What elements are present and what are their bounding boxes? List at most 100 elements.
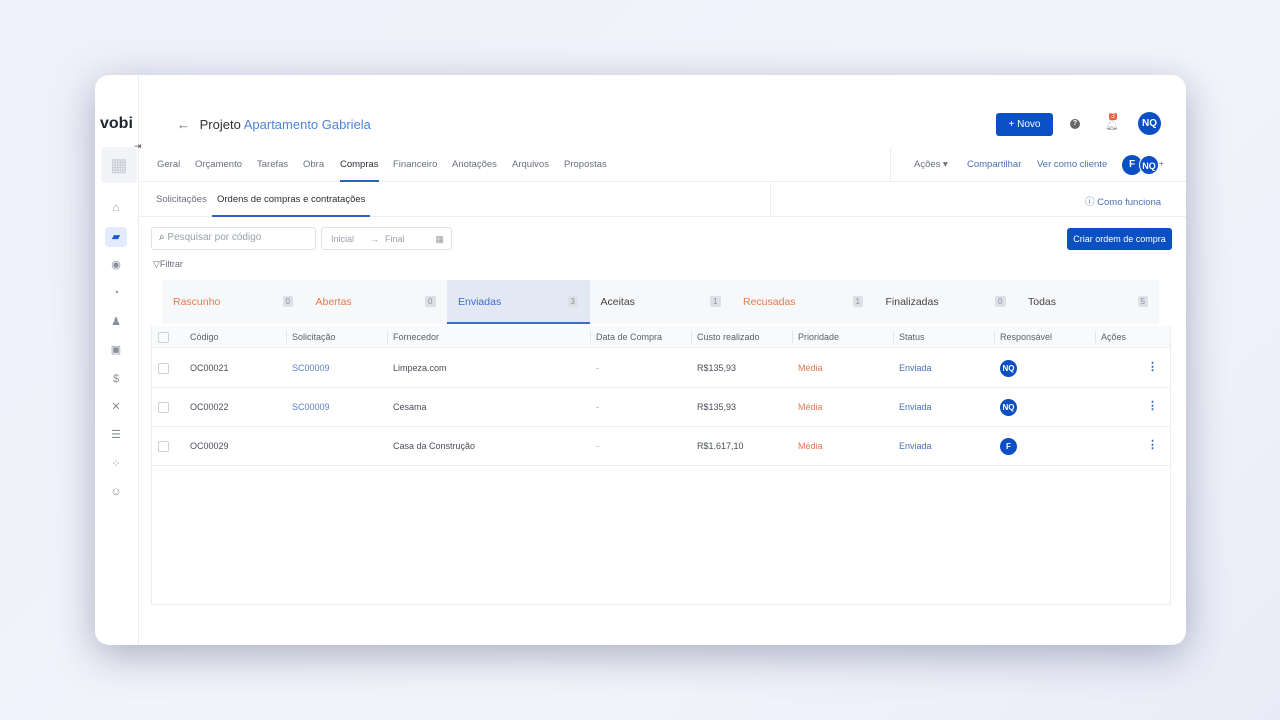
more-actions-icon[interactable]: ⋮ [1147, 360, 1158, 373]
order-code: OC00022 [190, 402, 229, 412]
box-icon[interactable]: ▣ [105, 340, 127, 360]
status-tab-count: 0 [995, 296, 1006, 307]
status-tab-count: 1 [710, 296, 721, 307]
tab-financeiro[interactable]: Financeiro [393, 159, 437, 170]
status-tab-aceitas[interactable]: Aceitas 1 [590, 280, 733, 324]
app-window: vobi ⇥ ▦ ⌂ ▰ ◉ ◔ ♟ ▣ $ ✕ ☰ ⁘ ☺ ← Projeto… [95, 75, 1186, 645]
status-tab-label: Abertas [315, 296, 352, 308]
tab-tarefas[interactable]: Tarefas [257, 159, 288, 170]
status-tab-recusadas[interactable]: Recusadas 1 [732, 280, 875, 324]
column-header: Ações [1101, 332, 1127, 342]
back-icon[interactable]: ← [177, 117, 190, 132]
row-checkbox[interactable] [158, 363, 169, 374]
calendar-icon: ▦ [435, 234, 444, 244]
purchase-date: - [596, 441, 599, 451]
list-icon[interactable]: ☰ [105, 425, 127, 445]
home-icon[interactable]: ⌂ [105, 198, 127, 218]
project-tabs: Geral Orçamento Tarefas Obra Compras Fin… [139, 148, 1186, 182]
share-link[interactable]: Compartilhar [967, 159, 1021, 170]
member-avatar[interactable]: NQ [1139, 155, 1159, 175]
status-tab-label: Recusadas [743, 296, 796, 308]
date-range-input[interactable]: Inicial → Final ▦ [321, 227, 452, 250]
search-input[interactable]: ⌕ Pesquisar por código [151, 227, 316, 250]
filter-button[interactable]: ▽Filtrar [153, 259, 183, 270]
status-tab-abertas[interactable]: Abertas 0 [305, 280, 448, 324]
status-tab-count: 3 [567, 296, 578, 307]
select-all-checkbox[interactable] [158, 332, 169, 343]
user-avatar[interactable]: NQ [1138, 112, 1161, 135]
tab-arquivos[interactable]: Arquivos [512, 159, 549, 170]
table-row[interactable]: OC00029 Casa da Construção - R$1.617,10 … [152, 427, 1170, 466]
tab-anotacoes[interactable]: Anotações [452, 159, 497, 170]
search-icon: ⌕ [159, 232, 165, 243]
worker-icon[interactable]: ♟ [105, 312, 127, 332]
dollar-icon[interactable]: $ [105, 369, 127, 389]
column-header: Status [899, 332, 925, 342]
status-tab-label: Rascunho [173, 296, 221, 308]
folder-icon[interactable]: ▰ [105, 227, 127, 247]
tab-geral[interactable]: Geral [157, 159, 180, 170]
status-tab-count: 0 [425, 296, 436, 307]
status-tab-enviadas[interactable]: Enviadas 3 [447, 280, 590, 324]
caret-down-icon: ▾ [943, 159, 948, 170]
tools-icon[interactable]: ✕ [105, 397, 127, 417]
owner-avatar: NQ [1000, 360, 1017, 377]
purchase-date: - [596, 363, 599, 373]
tab-obra[interactable]: Obra [303, 159, 324, 170]
tab-orcamento[interactable]: Orçamento [195, 159, 242, 170]
request-link[interactable]: SC00009 [292, 363, 330, 373]
column-header: Custo realizado [697, 332, 760, 342]
row-checkbox[interactable] [158, 402, 169, 413]
subtab-ordens[interactable]: Ordens de compras e contratações [212, 194, 371, 217]
priority: Média [798, 441, 823, 451]
status-tab-rascunho[interactable]: Rascunho 0 [162, 280, 305, 324]
status-tab-count: 1 [852, 296, 863, 307]
status-tab-label: Finalizadas [885, 296, 939, 308]
subtabs: Solicitações Ordens de compras e contrat… [139, 182, 1186, 217]
help-icon[interactable]: ? [1070, 119, 1080, 129]
more-actions-icon[interactable]: ⋮ [1147, 399, 1158, 412]
cost: R$135,93 [697, 363, 737, 373]
owner-avatar: NQ [1000, 399, 1017, 416]
priority: Média [798, 402, 823, 412]
tab-compras[interactable]: Compras [340, 159, 379, 182]
team-icon[interactable]: ☺ [105, 482, 127, 502]
view-as-client-link[interactable]: Ver como cliente [1037, 159, 1107, 170]
more-actions-icon[interactable]: ⋮ [1147, 438, 1158, 451]
owner-avatar: F [1000, 438, 1017, 455]
supplier: Casa da Construção [393, 441, 476, 451]
handshake-icon[interactable]: ◉ [105, 255, 127, 275]
column-header: Prioridade [798, 332, 840, 342]
how-it-works-link[interactable]: ⓘ Como funciona [1085, 194, 1161, 208]
subtab-solicitacoes[interactable]: Solicitações [156, 194, 207, 205]
arrow-right-icon: → [370, 234, 380, 244]
status: Enviada [899, 441, 932, 451]
supplier: Limpeza.com [393, 363, 447, 373]
actions-dropdown[interactable]: Ações ▾ [914, 159, 948, 170]
new-button[interactable]: + Novo [996, 113, 1053, 136]
status-tab-todas[interactable]: Todas 5 [1017, 280, 1160, 324]
tab-propostas[interactable]: Propostas [564, 159, 607, 170]
status-tabs: Rascunho 0 Abertas 0 Enviadas 3 Aceitas 1 Recusa… [162, 280, 1159, 324]
notification-badge: 3 [1109, 113, 1117, 120]
project-thumbnail[interactable]: ▦ [101, 147, 137, 183]
grid-icon[interactable]: ⁘ [105, 454, 127, 474]
row-checkbox[interactable] [158, 441, 169, 452]
help-circle-icon: ⓘ [1085, 197, 1095, 208]
create-order-button[interactable]: Criar ordem de compra [1067, 228, 1172, 250]
project-link[interactable]: Apartamento Gabriela [244, 117, 371, 132]
table-row[interactable]: OC00022 SC00009 Cesama - R$135,93 Média … [152, 388, 1170, 427]
add-member-button[interactable]: + [1159, 159, 1164, 168]
request-link[interactable]: SC00009 [292, 402, 330, 412]
status-tab-finalizadas[interactable]: Finalizadas 0 [875, 280, 1018, 324]
filter-icon: ▽ [153, 259, 160, 269]
page-title: ← Projeto Apartamento Gabriela [177, 117, 371, 132]
column-header: Responsável [1000, 332, 1053, 342]
compass-icon[interactable]: ◔ [105, 283, 127, 303]
table-row[interactable]: OC00021 SC00009 Limpeza.com - R$135,93 M… [152, 349, 1170, 388]
status-tab-label: Todas [1028, 296, 1057, 308]
orders-table: Código Solicitação Fornecedor Data de Compr… [151, 326, 1171, 605]
status-tab-label: Enviadas [458, 296, 502, 308]
column-header: Data de Compra [596, 332, 663, 342]
priority: Média [798, 363, 823, 373]
